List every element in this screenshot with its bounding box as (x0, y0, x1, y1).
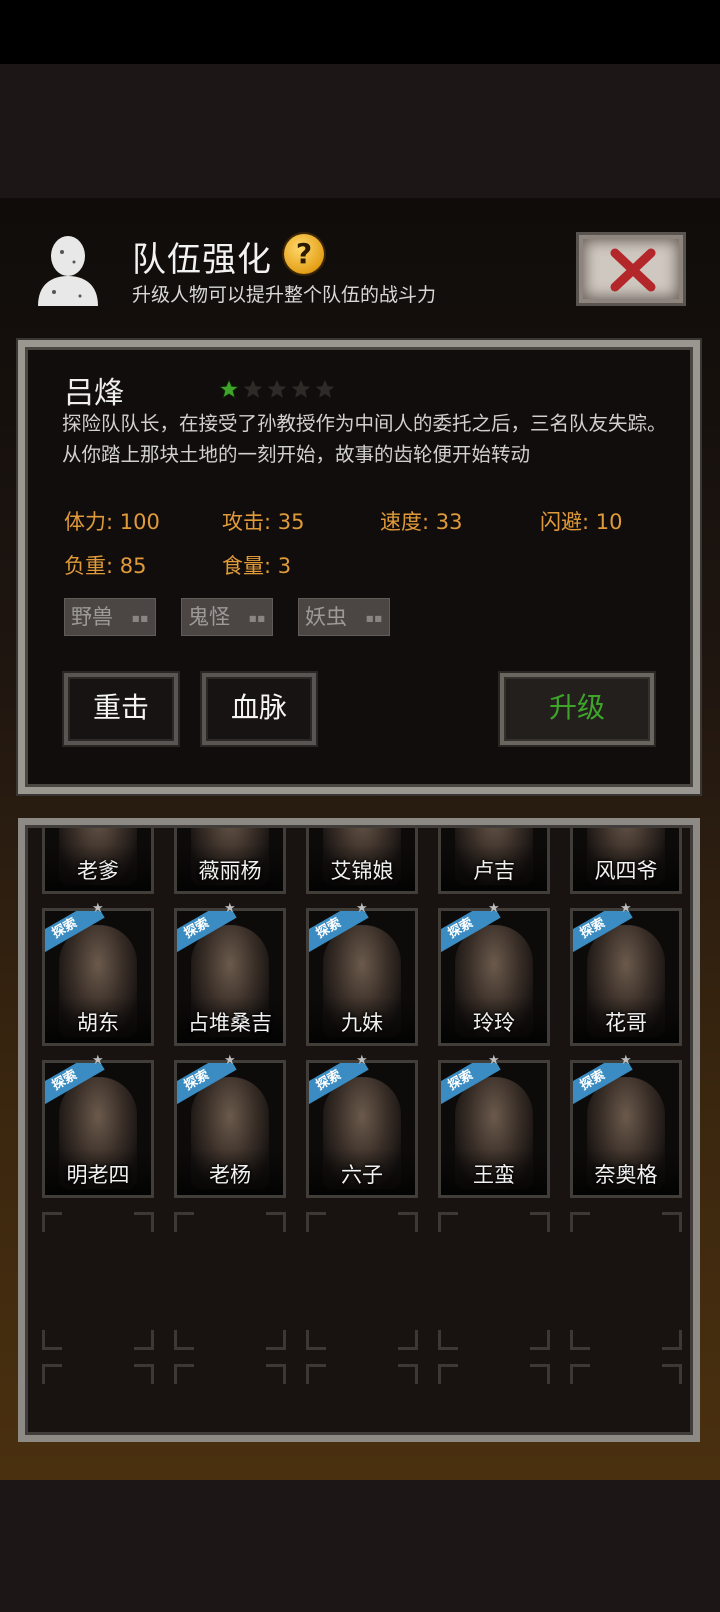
rank-star-icon: ★ (92, 1053, 104, 1068)
character-card[interactable]: 探索 九妹 (306, 908, 418, 1046)
character-card-name: 占堆桑吉 (188, 1011, 272, 1035)
character-card-name: 九妹 (341, 1011, 383, 1035)
upgrade-button[interactable]: 升级 (500, 673, 654, 745)
character-card[interactable]: 老爹 (42, 828, 154, 894)
bloodline-button[interactable]: 血脉 (202, 673, 316, 745)
stat-load: 负重: 85 (64, 554, 147, 578)
character-card[interactable]: 薇丽杨 (174, 828, 286, 894)
rank-star-icon: ★ (620, 1053, 632, 1068)
character-name: 吕烽 (64, 376, 124, 411)
empty-slot (174, 1212, 286, 1350)
empty-slot (438, 1212, 550, 1350)
character-card-name: 奈奥格 (594, 1163, 658, 1187)
character-card[interactable]: 艾锦娘 (306, 828, 418, 894)
character-card-name: 明老四 (66, 1163, 130, 1187)
character-card[interactable]: 探索 老杨 (174, 1060, 286, 1198)
trait-tag-label: 鬼怪 (188, 605, 230, 629)
character-card-name: 王蛮 (473, 1163, 515, 1187)
character-card[interactable]: 探索 明老四 (42, 1060, 154, 1198)
character-description: 探险队队长，在接受了孙教授作为中间人的委托之后，三名队友失踪。从你踏上那块土地的… (62, 412, 667, 466)
trait-tag: 妖虫 ■■ (298, 598, 390, 636)
character-card-name: 花哥 (605, 1011, 647, 1035)
character-card-name: 薇丽杨 (198, 859, 262, 883)
stat-food: 食量: 3 (222, 554, 292, 578)
star-empty-icon (267, 379, 287, 398)
character-card-name: 老杨 (209, 1163, 251, 1187)
rank-star-icon: ★ (356, 901, 368, 916)
character-card[interactable]: 探索 王蛮 (438, 1060, 550, 1198)
star-rating (218, 378, 336, 400)
character-card[interactable]: 探索 花哥 (570, 908, 682, 1046)
character-card[interactable]: 探索 奈奥格 (570, 1060, 682, 1198)
trait-tag-label: 妖虫 (305, 605, 347, 629)
empty-slot (306, 1212, 418, 1350)
page-subtitle: 升级人物可以提升整个队伍的战斗力 (132, 284, 437, 306)
rank-star-icon: ★ (620, 901, 632, 916)
status-bar (0, 0, 720, 64)
stat-attack: 攻击: 35 (222, 510, 305, 534)
top-letterbox (0, 64, 720, 198)
rank-star-icon: ★ (356, 1053, 368, 1068)
rank-star-icon: ★ (488, 901, 500, 916)
character-card[interactable]: 探索 占堆桑吉 (174, 908, 286, 1046)
bottom-letterbox (0, 1480, 720, 1612)
star-filled-icon (218, 378, 240, 399)
stat-stamina: 体力: 100 (64, 510, 160, 534)
trait-tag: 野兽 ■■ (64, 598, 156, 636)
character-card-name: 卢吉 (473, 859, 515, 883)
rank-star-icon: ★ (92, 901, 104, 916)
empty-slot (570, 1212, 682, 1350)
character-card-name: 老爹 (77, 859, 119, 883)
character-card-name: 风四爷 (594, 859, 658, 883)
character-card-name: 胡东 (77, 1011, 119, 1035)
page-title: 队伍强化 (132, 240, 272, 280)
person-silhouette-icon (34, 232, 102, 306)
character-card-name: 艾锦娘 (330, 859, 394, 883)
trait-tag: 鬼怪 ■■ (181, 598, 273, 636)
empty-slot (306, 1364, 418, 1434)
empty-slot (42, 1364, 154, 1434)
character-card[interactable]: 探索 六子 (306, 1060, 418, 1198)
star-empty-icon (315, 379, 335, 398)
empty-slot (438, 1364, 550, 1434)
stat-dodge: 闪避: 10 (540, 510, 623, 534)
heavy-strike-button[interactable]: 重击 (64, 673, 178, 745)
empty-slot (570, 1364, 682, 1434)
roster-grid[interactable]: 老爹 薇丽杨 艾锦娘 卢吉 风四爷 探索 胡东 探索 占堆桑吉 探索 九妹 探索 玲玲 … (28, 828, 692, 1434)
rank-star-icon: ★ (224, 901, 236, 916)
trait-tag-label: 野兽 (71, 605, 113, 629)
question-icon[interactable]: ? (284, 234, 324, 274)
close-button[interactable] (576, 232, 686, 306)
character-card[interactable]: 卢吉 (438, 828, 550, 894)
rank-star-icon: ★ (488, 1053, 500, 1068)
character-card-name: 六子 (341, 1163, 383, 1187)
star-empty-icon (243, 379, 263, 398)
close-x-icon (610, 248, 656, 292)
stat-speed: 速度: 33 (380, 510, 463, 534)
character-card[interactable]: 风四爷 (570, 828, 682, 894)
character-card[interactable]: 探索 玲玲 (438, 908, 550, 1046)
rank-star-icon: ★ (224, 1053, 236, 1068)
character-card[interactable]: 探索 胡东 (42, 908, 154, 1046)
character-card-name: 玲玲 (473, 1011, 515, 1035)
empty-slot (42, 1212, 154, 1350)
star-empty-icon (291, 379, 311, 398)
empty-slot (174, 1364, 286, 1434)
